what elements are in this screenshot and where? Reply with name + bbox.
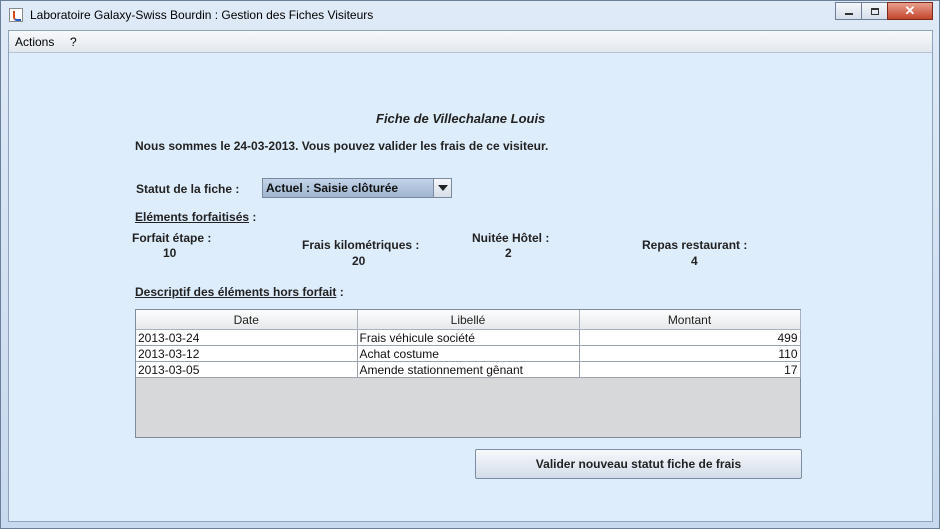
repas-value: 4: [691, 254, 698, 268]
maximize-icon: [870, 7, 879, 15]
cell-libelle[interactable]: Achat costume: [357, 345, 580, 362]
window-title: Laboratoire Galaxy-Swiss Bourdin : Gesti…: [30, 8, 374, 22]
table-row[interactable]: 2013-03-12 Achat costume 110: [136, 345, 801, 362]
menu-bar: Actions ?: [9, 31, 932, 53]
cell-montant[interactable]: 17: [579, 361, 801, 378]
window-controls: ✕: [835, 2, 933, 20]
table-row[interactable]: 2013-03-24 Frais véhicule société 499: [136, 329, 801, 346]
repas-label: Repas restaurant :: [642, 238, 748, 252]
forfait-etape-label: Forfait étape :: [132, 231, 212, 245]
nuitee-hotel-label: Nuitée Hôtel :: [472, 231, 550, 245]
horsforfait-table[interactable]: Date Libellé Montant 2013-03-24 Frais vé…: [135, 309, 801, 438]
cell-montant[interactable]: 499: [579, 329, 801, 346]
column-header-montant[interactable]: Montant: [579, 310, 801, 330]
horsforfait-heading: Descriptif des éléments hors forfait :: [135, 285, 344, 299]
close-button[interactable]: ✕: [887, 2, 933, 20]
title-bar[interactable]: Laboratoire Galaxy-Swiss Bourdin : Gesti…: [1, 1, 939, 30]
java-app-icon: [9, 8, 23, 22]
column-header-libelle[interactable]: Libellé: [357, 310, 580, 330]
cell-libelle[interactable]: Amende stationnement gênant: [357, 361, 580, 378]
statut-label: Statut de la fiche :: [136, 182, 240, 196]
cell-date[interactable]: 2013-03-05: [136, 361, 358, 378]
statut-select-value: Actuel : Saisie clôturée: [266, 181, 399, 195]
forfait-heading: Eléments forfaitisés :: [135, 210, 256, 224]
horsforfait-heading-suffix: :: [336, 285, 344, 299]
statut-select[interactable]: Actuel : Saisie clôturée: [262, 178, 452, 198]
valider-statut-button[interactable]: Valider nouveau statut fiche de frais: [475, 449, 802, 479]
menu-actions[interactable]: Actions: [15, 35, 54, 49]
horsforfait-heading-text: Descriptif des éléments hors forfait: [135, 285, 337, 299]
frais-km-label: Frais kilométriques :: [302, 238, 420, 252]
close-icon: ✕: [904, 3, 916, 18]
info-message: Nous sommes le 24-03-2013. Vous pouvez v…: [135, 139, 549, 153]
nuitee-hotel-value: 2: [505, 246, 512, 260]
maximize-button[interactable]: [861, 2, 888, 20]
forfait-heading-text: Eléments forfaitisés: [135, 210, 250, 224]
forfait-etape-value: 10: [163, 246, 177, 260]
chevron-down-icon[interactable]: [433, 179, 451, 197]
table-row[interactable]: 2013-03-05 Amende stationnement gênant 1…: [136, 361, 801, 378]
forfait-heading-suffix: :: [249, 210, 257, 224]
client-area: Actions ? Fiche de Villechalane Louis No…: [8, 30, 933, 522]
minimize-icon: [844, 13, 853, 15]
cell-montant[interactable]: 110: [579, 345, 801, 362]
fiche-panel: Fiche de Villechalane Louis Nous sommes …: [9, 53, 932, 521]
app-window: Laboratoire Galaxy-Swiss Bourdin : Gesti…: [0, 0, 940, 529]
minimize-button[interactable]: [835, 2, 862, 20]
cell-date[interactable]: 2013-03-12: [136, 345, 358, 362]
table-header-row: Date Libellé Montant: [136, 310, 801, 330]
column-header-date[interactable]: Date: [136, 310, 358, 330]
menu-help[interactable]: ?: [70, 35, 77, 49]
frais-km-value: 20: [352, 254, 366, 268]
fiche-title: Fiche de Villechalane Louis: [376, 111, 546, 126]
cell-date[interactable]: 2013-03-24: [136, 329, 358, 346]
cell-libelle[interactable]: Frais véhicule société: [357, 329, 580, 346]
